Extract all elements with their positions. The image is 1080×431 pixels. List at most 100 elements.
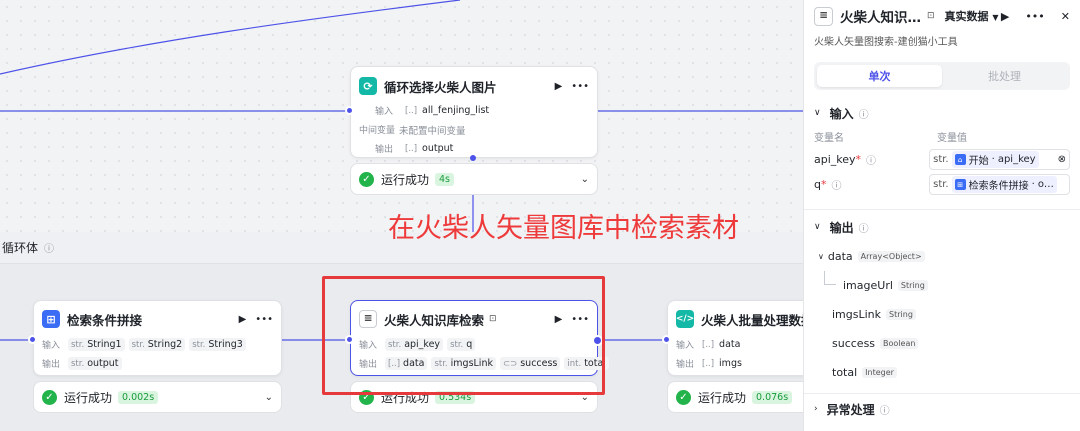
col-name-header: 变量名 [814, 133, 844, 144]
loop-status-bar[interactable]: ✓ 运行成功 4s ⌄ [350, 163, 598, 195]
input-section-header[interactable]: ∨ 输入 ⓘ [804, 102, 1080, 124]
chevron-down-icon[interactable]: ⌄ [265, 392, 273, 403]
input-chip-label: String2 [147, 339, 183, 350]
output-field: ∨ data Array<Object> [804, 242, 1080, 271]
status-text: 运行成功 [381, 172, 430, 187]
output-field: imgsLink String [804, 300, 1080, 329]
chevron-down-icon: ∨ [814, 222, 821, 232]
success-check-icon: ✓ [676, 389, 691, 405]
batch-status-bar[interactable]: ✓ 运行成功 0.076s [667, 381, 803, 413]
loop-select-node[interactable]: ⟳ 循环选择火柴人图片 ▶ ••• 输入 [..] all_fenjing_list… [350, 66, 598, 158]
data-mode-select[interactable]: 真实数据 ▼ [945, 8, 999, 24]
workflow-canvas[interactable]: 循环体 ⓘ ⟳ 循环选择火柴人图片 ▶ ••• 输入 [..] all_fenjin… [0, 0, 803, 431]
node-test-panel: 𝌆 火柴人知识… ⊡ 真实数据 ▼ ▶ ••• ✕ 火柴人矢量图搜索-建创猫小工… [803, 0, 1080, 431]
blocks-icon: ⊞ [42, 310, 60, 328]
output-type: String [897, 280, 928, 291]
close-icon[interactable]: ✕ [1061, 10, 1070, 23]
loop-output-value: output [422, 143, 454, 154]
array-type-tag: [..] [405, 105, 418, 116]
output-field: success Boolean [804, 329, 1080, 358]
loop-body-title: 循环体 [2, 241, 39, 255]
input-chip: str. String2 [128, 338, 186, 351]
input-label: 输入 [375, 107, 394, 117]
concat-in-port[interactable] [28, 335, 37, 344]
var-label: 中间变量 [359, 126, 396, 136]
string-type-tag: str. [933, 154, 949, 165]
annotation-text: 在火柴人矢量图库中检索素材 [388, 213, 739, 244]
output-name: imageUrl [843, 279, 893, 292]
output-label: 输出 [42, 360, 61, 370]
more-icon[interactable]: ••• [1025, 10, 1044, 23]
divider [804, 209, 1080, 210]
info-icon: ⓘ [858, 109, 869, 121]
input-section-title: 输入 [829, 106, 854, 121]
tab-batch[interactable]: 批处理 [942, 65, 1067, 87]
loop-input-value: all_fenjing_list [422, 105, 490, 116]
more-icon[interactable]: ••• [571, 81, 589, 92]
blocks-icon: ⊞ [954, 179, 966, 190]
required-mark: * [855, 153, 862, 166]
output-chip-label: output [87, 358, 119, 369]
input-chip-label: String3 [208, 339, 243, 350]
start-node-icon: ⌂ [954, 154, 966, 165]
status-text: 运行成功 [698, 390, 747, 405]
chevron-down-icon[interactable]: ⌄ [581, 174, 589, 185]
caret-down-icon: ▼ [992, 13, 999, 22]
ref-var-name: api_key [997, 154, 1036, 165]
tab-single[interactable]: 单次 [817, 65, 942, 87]
chevron-right-icon: › [814, 404, 818, 414]
run-icon[interactable]: ▶ [239, 314, 247, 325]
string-type-tag: str. [71, 339, 85, 350]
run-time-badge: 4s [435, 172, 455, 186]
string-type-tag: str. [192, 339, 206, 350]
status-text: 运行成功 [64, 390, 113, 405]
chevron-down-icon[interactable]: ∨ [818, 252, 824, 261]
batch-output-value: imgs [719, 358, 742, 369]
input-label: 输入 [676, 341, 695, 351]
output-name: imgsLink [832, 308, 882, 321]
info-icon: ⓘ [879, 405, 890, 417]
info-icon: ⓘ [866, 156, 877, 167]
error-handling-header[interactable]: › 异常处理 ⓘ [804, 398, 1080, 420]
error-section-title: 异常处理 [826, 402, 875, 417]
concat-status-bar[interactable]: ✓ 运行成功 0.002s ⌄ [33, 381, 282, 413]
output-label: 输出 [375, 145, 394, 155]
panel-title: 火柴人知识… [840, 10, 921, 26]
output-field: imageUrl String [804, 271, 1080, 300]
param-name: api_key [814, 153, 856, 166]
loop-bottom-port[interactable] [470, 155, 476, 161]
loop-icon: ⟳ [359, 77, 377, 95]
output-type: String [886, 309, 916, 320]
output-type: Array<Object> [857, 251, 925, 262]
run-icon[interactable]: ▶ [1001, 10, 1009, 23]
param-name: q [814, 178, 821, 191]
chevron-down-icon: ∨ [814, 108, 821, 118]
ref-node-name: 开始 [968, 156, 989, 167]
ref-var-name: o… [1037, 179, 1054, 190]
concat-node[interactable]: ⊞ 检索条件拼接 ▶ ••• 输入 str. String1 str. String… [33, 300, 282, 376]
input-chip: str. String3 [189, 338, 246, 351]
run-icon[interactable]: ▶ [555, 81, 563, 92]
input-label: 输入 [42, 341, 61, 351]
loop-in-port[interactable] [345, 106, 354, 115]
run-time-badge: 0.076s [752, 390, 793, 404]
batch-process-node[interactable]: </> 火柴人批量处理数据检 输入 [..] data 输出 [..] imgs [667, 300, 803, 376]
output-label: 输出 [676, 360, 695, 370]
more-icon[interactable]: ••• [255, 314, 273, 325]
array-type-tag: [..] [702, 339, 715, 350]
required-mark: * [820, 178, 827, 191]
param-value-field[interactable]: str. ⌂ 开始 · api_key ⊗ [929, 149, 1070, 170]
param-value-field[interactable]: str. ⊞ 检索条件拼接 · o… [929, 174, 1070, 195]
output-field: total Integer [804, 358, 1080, 387]
batch-in-port[interactable] [662, 335, 671, 344]
reference-chip[interactable]: ⌂ 开始 · api_key [951, 151, 1039, 168]
success-check-icon: ✓ [359, 171, 374, 187]
input-chip-label: String1 [87, 339, 122, 350]
info-icon: ⓘ [858, 223, 869, 235]
clear-icon[interactable]: ⊗ [1058, 154, 1066, 165]
reference-chip[interactable]: ⊞ 检索条件拼接 · o… [951, 176, 1057, 193]
stickman-icon: 𝌆 [814, 6, 833, 26]
string-type-tag: str. [131, 339, 145, 350]
run-time-badge: 0.002s [118, 390, 159, 404]
output-section-header[interactable]: ∨ 输出 ⓘ [804, 216, 1080, 238]
